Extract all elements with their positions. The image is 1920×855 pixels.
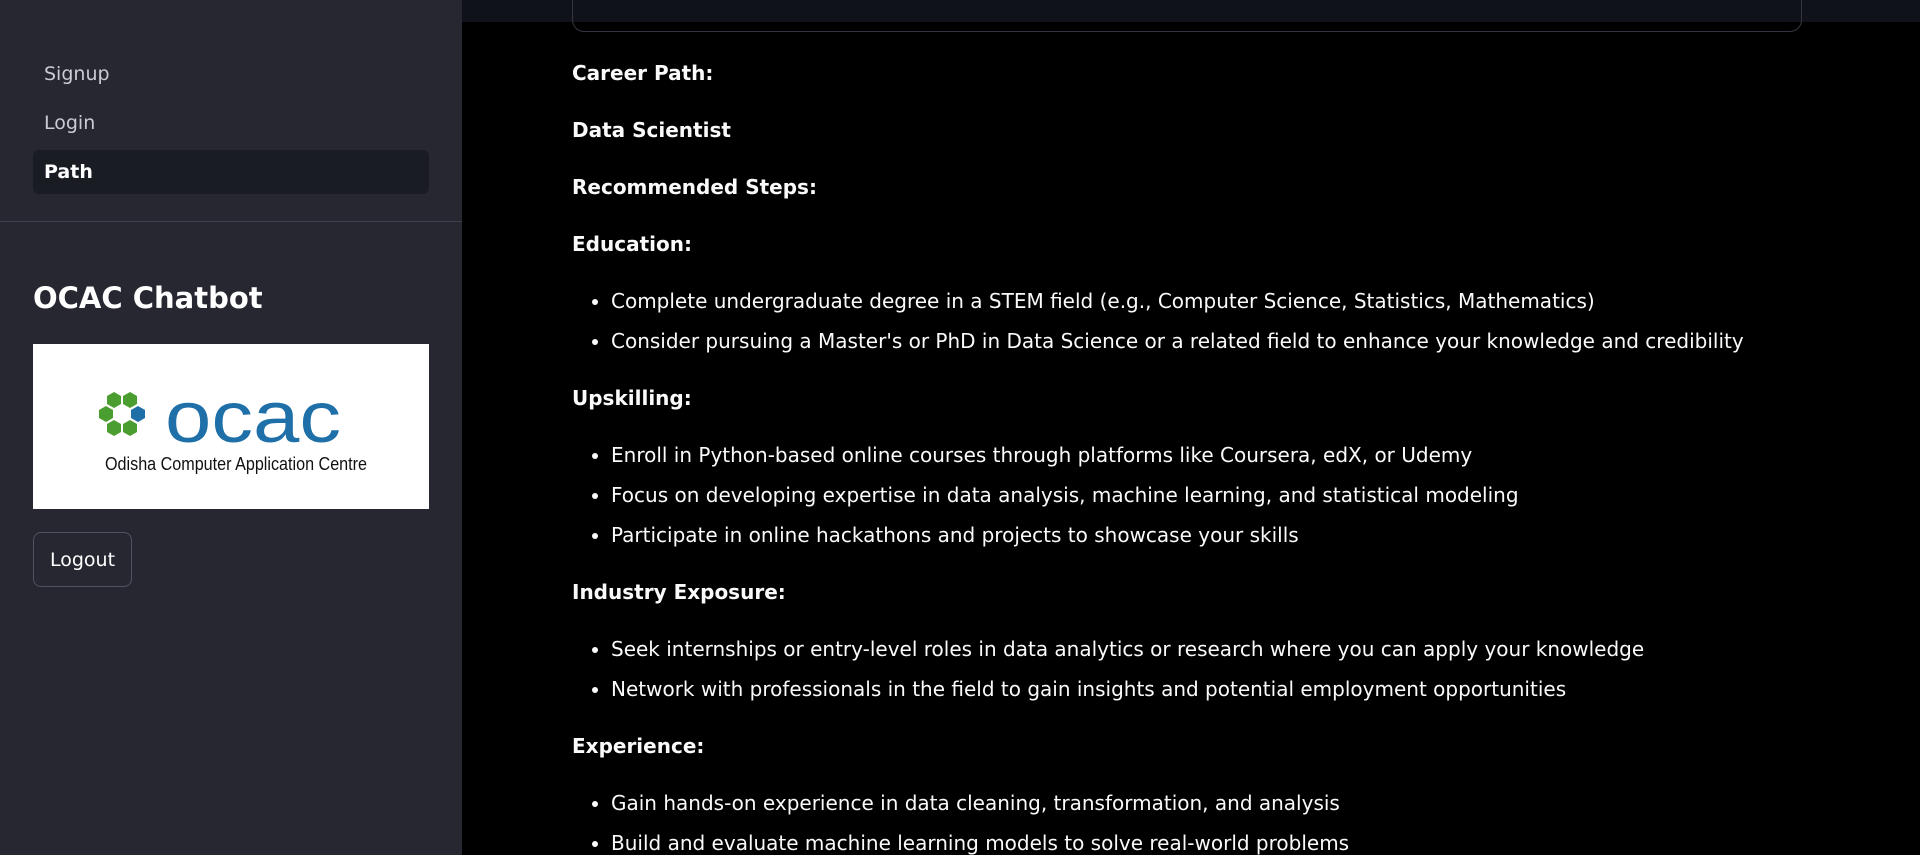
industry-exposure-list: Seek internships or entry-level roles in…: [572, 630, 1872, 710]
list-item: Seek internships or entry-level roles in…: [611, 630, 1872, 670]
list-item: Focus on developing expertise in data an…: [611, 476, 1872, 516]
section-heading-industry-exposure: Industry Exposure:: [572, 580, 786, 604]
education-list: Complete undergraduate degree in a STEM …: [572, 282, 1872, 362]
sidebar-title: OCAC Chatbot: [33, 281, 263, 315]
career-path-heading: Career Path:: [572, 61, 714, 85]
response-content: Career Path: Data Scientist Recommended …: [572, 54, 1872, 855]
list-item: Complete undergraduate degree in a STEM …: [611, 282, 1872, 322]
logo-caption: Odisha Computer Application Centre: [105, 454, 367, 474]
sidebar-nav: Signup Login Path: [33, 52, 429, 199]
logo-wordmark: ocac: [165, 378, 341, 458]
upskilling-list: Enroll in Python-based online courses th…: [572, 436, 1872, 556]
sidebar-divider: [0, 221, 462, 222]
recommended-steps-heading: Recommended Steps:: [572, 175, 817, 199]
chat-input-box[interactable]: [572, 0, 1802, 32]
main-content: Career Path: Data Scientist Recommended …: [462, 0, 1920, 855]
nav-item-signup[interactable]: Signup: [33, 52, 429, 96]
logout-button[interactable]: Logout: [33, 532, 132, 587]
list-item: Gain hands-on experience in data cleanin…: [611, 784, 1872, 824]
hexagon-cluster-icon: [99, 392, 145, 436]
section-heading-upskilling: Upskilling:: [572, 386, 692, 410]
experience-list: Gain hands-on experience in data cleanin…: [572, 784, 1872, 855]
list-item: Enroll in Python-based online courses th…: [611, 436, 1872, 476]
sidebar: Signup Login Path OCAC Chatbot ocac Odis…: [0, 0, 462, 855]
nav-item-login[interactable]: Login: [33, 101, 429, 145]
section-heading-education: Education:: [572, 232, 692, 256]
career-title: Data Scientist: [572, 118, 731, 142]
section-heading-experience: Experience:: [572, 734, 705, 758]
list-item: Network with professionals in the field …: [611, 670, 1872, 710]
nav-item-path[interactable]: Path: [33, 150, 429, 194]
ocac-logo-graphic: ocac Odisha Computer Application Centre: [99, 378, 367, 474]
list-item: Build and evaluate machine learning mode…: [611, 824, 1872, 855]
list-item: Consider pursuing a Master's or PhD in D…: [611, 322, 1872, 362]
ocac-logo: ocac Odisha Computer Application Centre: [33, 344, 429, 509]
list-item: Participate in online hackathons and pro…: [611, 516, 1872, 556]
